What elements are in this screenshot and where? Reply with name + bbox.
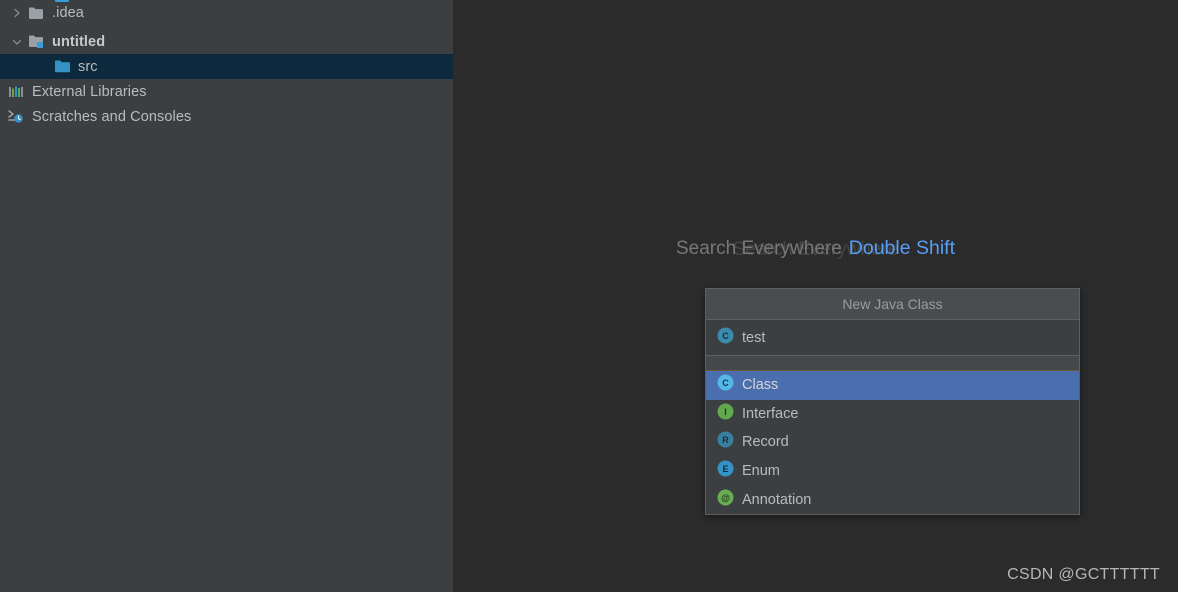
kind-item-class[interactable]: C Class [706,371,1079,400]
class-name-input[interactable]: C test [706,320,1079,356]
tree-row-untitled[interactable]: untitled [0,29,453,54]
new-java-class-popup: New Java Class C test C Class I Interfac… [705,288,1080,515]
tree-item-label: .idea [52,4,84,21]
kind-item-interface[interactable]: I Interface [706,400,1079,429]
scratches-clock-icon [6,104,26,129]
kind-item-label: Class [742,377,779,394]
tree-row-src[interactable]: src [0,54,453,79]
svg-text:R: R [722,435,729,445]
kind-item-record[interactable]: R Record [706,428,1079,457]
tree-row-external-libraries[interactable]: External Libraries [0,79,453,104]
module-folder-icon [26,29,46,54]
kind-item-label: Annotation [742,491,812,508]
project-tool-window: .idea untitled src External Libraries Sc… [0,0,453,592]
folder-grey-icon [26,0,46,25]
popup-title: New Java Class [706,289,1079,320]
tree-row-scratches-and-consoles[interactable]: Scratches and Consoles [0,104,453,129]
svg-text:I: I [724,407,727,417]
search-everywhere-hint-label: Search Everywhere [675,238,842,259]
kind-item-annotation[interactable]: @ Annotation [706,485,1079,514]
tree-item-label: Scratches and Consoles [32,108,192,125]
enum-e-icon: E [717,460,734,482]
class-c-icon: C [717,374,734,396]
record-r-icon: R [717,431,734,453]
popup-separator [706,356,1079,371]
search-everywhere-hint: Search Everywhere Search Everywhere Doubl… [453,237,1178,260]
class-kind-list: C Class I Interface R Record E Enum @ An… [706,371,1079,514]
kind-item-label: Enum [742,463,780,480]
svg-text:C: C [722,378,729,388]
folder-source-icon [52,54,72,79]
search-everywhere-hint-shortcut: Double Shift [848,237,956,259]
tree-item-label: untitled [52,33,106,50]
kind-item-label: Interface [742,405,799,422]
kind-item-enum[interactable]: E Enum [706,457,1079,486]
ide-window: .idea untitled src External Libraries Sc… [0,0,1178,592]
libraries-bars-icon [6,79,26,104]
kind-item-label: Record [742,434,789,451]
csdn-watermark: CSDN @GCTTTTTT [1007,566,1160,583]
svg-text:C: C [722,331,729,341]
tree-row-idea[interactable]: .idea [0,0,453,25]
chevron-right-icon[interactable] [8,0,26,25]
svg-text:@: @ [721,493,730,503]
chevron-down-icon[interactable] [8,29,26,54]
class-c-icon: C [717,327,734,349]
class-name-input-value: test [742,329,766,346]
svg-text:E: E [722,464,728,474]
tree-item-label: src [78,58,98,75]
tree-item-label: External Libraries [32,83,147,100]
annotation-at-icon: @ [717,489,734,511]
interface-i-icon: I [717,403,734,425]
